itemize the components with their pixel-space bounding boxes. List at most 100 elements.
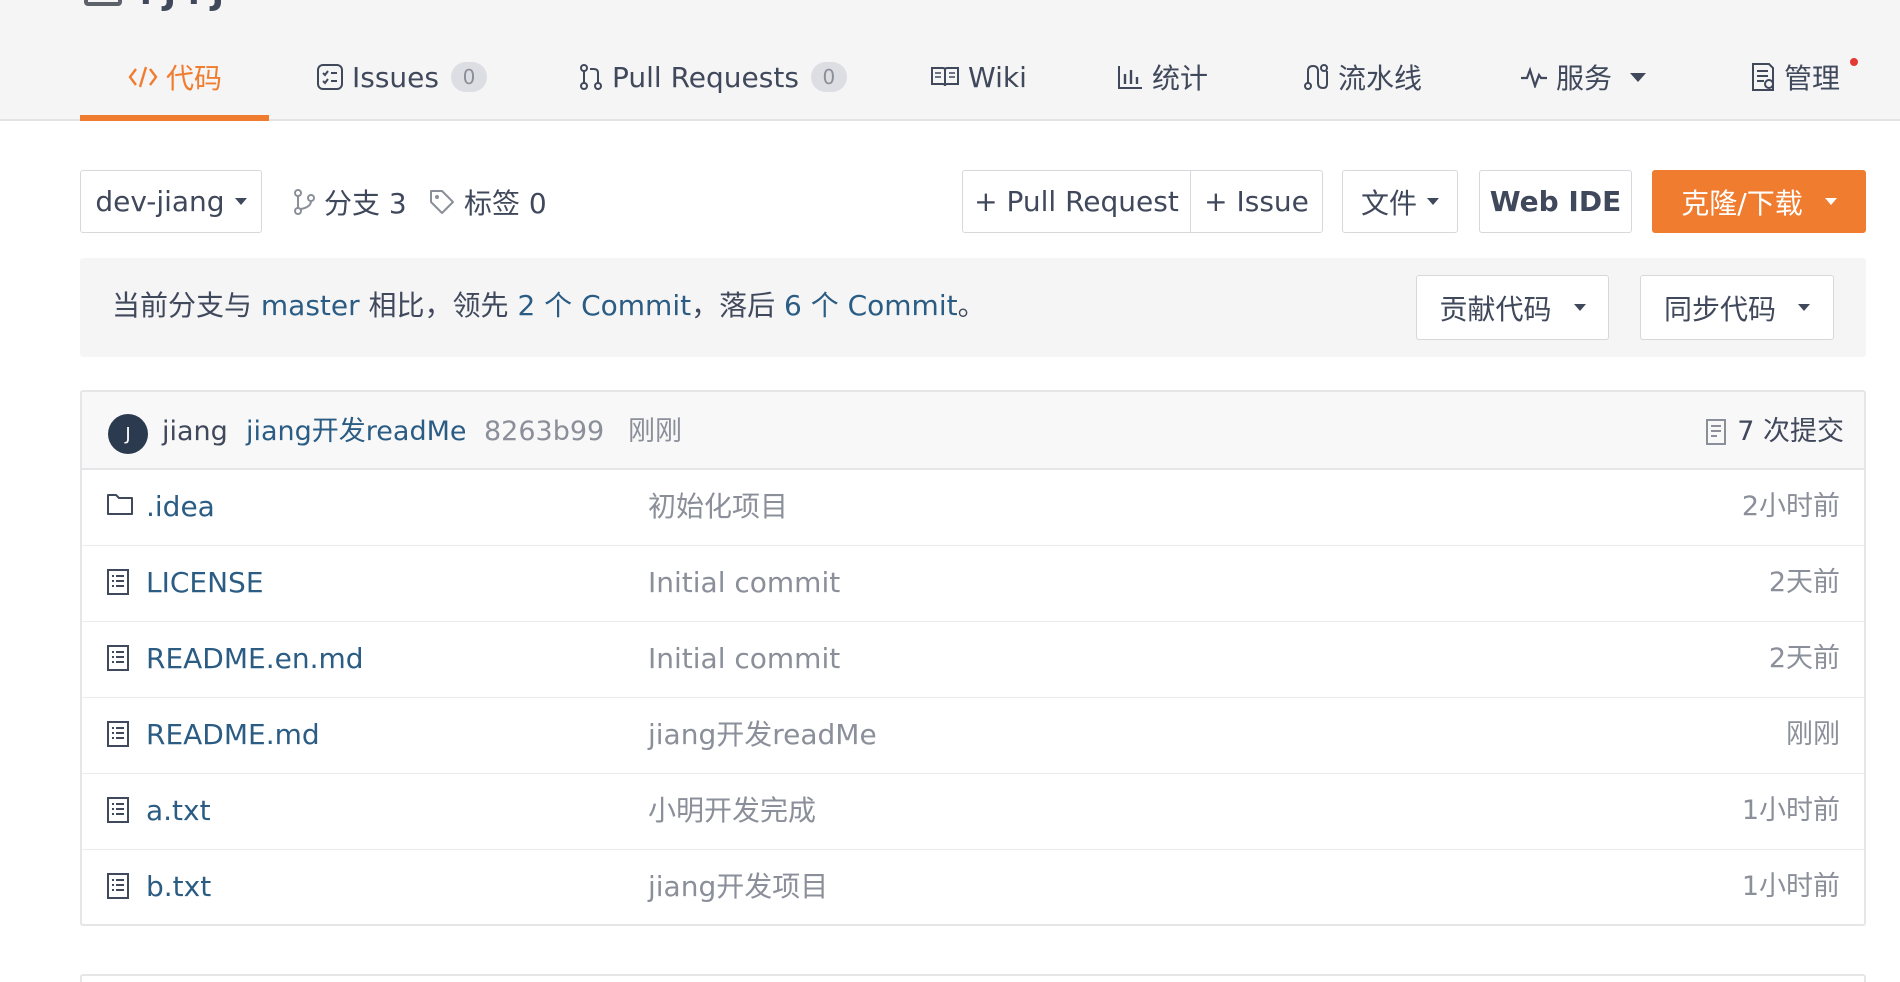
tab-stats-label: 统计 <box>1152 62 1209 95</box>
file-commit-time: 2天前 <box>1768 643 1840 674</box>
tags-count-label: 标签 0 <box>464 187 547 220</box>
sync-code-label: 同步代码 <box>1663 292 1776 326</box>
clone-download-button[interactable]: 克隆/下载 <box>1652 170 1866 233</box>
commit-count-label: 7 次提交 <box>1737 416 1844 447</box>
branch-icon <box>292 188 316 216</box>
file-icon <box>106 568 130 596</box>
file-commit-message[interactable]: jiang开发项目 <box>648 868 828 906</box>
file-commit-message[interactable]: Initial commit <box>648 640 840 678</box>
tag-icon <box>428 188 456 216</box>
file-commit-time: 1小时前 <box>1741 871 1840 902</box>
table-row[interactable]: LICENSE Initial commit 2天前 <box>82 546 1864 622</box>
stats-icon <box>1116 64 1144 90</box>
file-commit-message[interactable]: 初始化项目 <box>648 488 788 526</box>
file-commit-time: 2小时前 <box>1741 491 1840 522</box>
tab-services[interactable]: 服务 <box>1520 52 1647 102</box>
repo-nav-bar: ı J ı J 代码 Issues 0 Pull Requests 0 Wiki… <box>0 0 1900 121</box>
file-name-link[interactable]: a.txt <box>146 792 211 830</box>
new-issue-button[interactable]: + Issue <box>1190 170 1323 233</box>
chevron-down-icon <box>1573 304 1586 311</box>
code-icon <box>128 65 158 89</box>
commits-icon <box>1705 418 1727 446</box>
file-name-link[interactable]: README.md <box>146 716 320 754</box>
tab-stats[interactable]: 统计 <box>1116 52 1208 102</box>
avatar[interactable]: J <box>108 414 148 454</box>
base-branch-link[interactable]: master <box>261 289 360 322</box>
tab-manage-label: 管理 <box>1784 62 1841 95</box>
wiki-icon <box>930 65 960 89</box>
branch-selector[interactable]: dev-jiang <box>80 170 262 233</box>
repo-title-fragment: ı J ı J <box>140 0 224 10</box>
file-commit-time: 2天前 <box>1768 567 1840 598</box>
ahead-commits-link[interactable]: 2 个 Commit <box>517 289 691 322</box>
branches-link[interactable]: 分支 3 <box>292 180 407 224</box>
file-icon <box>106 720 130 748</box>
file-commit-message[interactable]: Initial commit <box>648 564 840 602</box>
sync-code-button[interactable]: 同步代码 <box>1640 275 1834 340</box>
tab-pull-requests[interactable]: Pull Requests 0 <box>578 52 847 102</box>
commit-author[interactable]: jiang <box>162 414 228 450</box>
active-tab-indicator <box>80 115 269 121</box>
compare-text: 当前分支与 master 相比，领先 2 个 Commit，落后 6 个 Com… <box>112 288 986 324</box>
file-name-link[interactable]: README.en.md <box>146 640 364 678</box>
tab-manage[interactable]: 管理 <box>1750 52 1840 102</box>
tab-wiki-label: Wiki <box>968 60 1027 94</box>
manage-icon <box>1750 62 1776 92</box>
file-menu-button[interactable]: 文件 <box>1342 170 1458 233</box>
file-commit-time: 刚刚 <box>1786 719 1840 750</box>
pipeline-icon <box>1302 63 1330 91</box>
chevron-down-icon <box>1630 72 1647 82</box>
readme-card-edge <box>80 974 1866 982</box>
tab-services-label: 服务 <box>1556 62 1613 95</box>
file-commit-message[interactable]: 小明开发完成 <box>648 792 816 830</box>
commit-message-link[interactable]: jiang开发readMe <box>246 414 467 450</box>
file-name-link[interactable]: LICENSE <box>146 564 264 602</box>
branch-selector-label: dev-jiang <box>95 185 225 218</box>
file-name-link[interactable]: b.txt <box>146 868 211 906</box>
issues-icon <box>316 63 344 91</box>
latest-commit-bar: J jiang jiang开发readMe 8263b99 刚刚 7 次提交 <box>82 392 1864 470</box>
chevron-down-icon <box>1427 198 1439 205</box>
clone-download-label: 克隆/下载 <box>1681 186 1803 220</box>
repo-icon <box>84 0 122 6</box>
file-icon <box>106 644 130 672</box>
compare-middle-1: 相比，领先 <box>359 289 518 322</box>
table-row[interactable]: b.txt jiang开发项目 1小时前 <box>82 850 1864 926</box>
pull-request-icon <box>578 63 604 91</box>
file-menu-label: 文件 <box>1360 186 1417 220</box>
file-name-link[interactable]: .idea <box>146 488 215 526</box>
file-list: J jiang jiang开发readMe 8263b99 刚刚 7 次提交 .… <box>80 390 1866 926</box>
table-row[interactable]: README.en.md Initial commit 2天前 <box>82 622 1864 698</box>
commit-sha[interactable]: 8263b99 <box>484 414 604 450</box>
file-commit-message[interactable]: jiang开发readMe <box>648 716 877 754</box>
file-icon <box>106 872 130 900</box>
web-ide-button[interactable]: Web IDE <box>1479 170 1632 233</box>
tab-pull-requests-label: Pull Requests <box>612 60 799 94</box>
behind-commits-link[interactable]: 6 个 Commit <box>784 289 958 322</box>
notification-dot <box>1850 58 1858 66</box>
table-row[interactable]: a.txt 小明开发完成 1小时前 <box>82 774 1864 850</box>
chevron-down-icon <box>234 198 247 205</box>
contribute-code-label: 贡献代码 <box>1439 292 1552 326</box>
new-pull-request-button[interactable]: + Pull Request <box>962 170 1191 233</box>
contribute-code-button[interactable]: 贡献代码 <box>1416 275 1609 340</box>
commit-count-link[interactable]: 7 次提交 <box>1705 414 1844 450</box>
folder-icon <box>106 492 134 516</box>
compare-suffix: 。 <box>957 289 986 322</box>
commit-time: 刚刚 <box>628 416 682 447</box>
tab-code-label: 代码 <box>166 62 223 95</box>
pull-requests-count-badge: 0 <box>810 62 847 92</box>
tab-pipeline-label: 流水线 <box>1338 62 1423 95</box>
tab-pipeline[interactable]: 流水线 <box>1302 52 1422 102</box>
tab-wiki[interactable]: Wiki <box>930 52 1027 102</box>
pulse-icon <box>1520 66 1548 88</box>
compare-middle-2: ，落后 <box>691 289 784 322</box>
branches-count-label: 分支 3 <box>324 187 407 220</box>
file-icon <box>106 796 130 824</box>
chevron-down-icon <box>1824 198 1837 205</box>
tags-link[interactable]: 标签 0 <box>428 180 547 224</box>
table-row[interactable]: README.md jiang开发readMe 刚刚 <box>82 698 1864 774</box>
tab-issues[interactable]: Issues 0 <box>316 52 487 102</box>
tab-code[interactable]: 代码 <box>128 52 222 102</box>
table-row[interactable]: .idea 初始化项目 2小时前 <box>82 470 1864 546</box>
